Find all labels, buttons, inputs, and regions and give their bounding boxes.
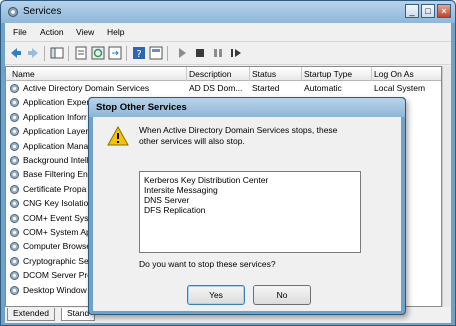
warning-icon — [107, 126, 129, 146]
list-header: Name Description Status Startup Type Log… — [6, 67, 441, 81]
minimize-button[interactable]: _ — [405, 4, 419, 18]
mmc-view-icon[interactable] — [149, 46, 163, 60]
pause-service-icon[interactable] — [211, 46, 225, 60]
services-gear-icon — [8, 7, 18, 17]
service-gear-icon — [10, 156, 19, 165]
service-gear-icon — [10, 170, 19, 180]
cell-desc: AD DS Dom... — [189, 83, 243, 93]
service-gear-icon — [10, 141, 19, 151]
console-tree-icon[interactable] — [50, 46, 64, 60]
dialog-body: When Active Directory Domain Services st… — [93, 117, 401, 311]
dialog-question: Do you want to stop these services? — [139, 259, 276, 269]
menu-view[interactable]: View — [76, 27, 94, 37]
column-status[interactable]: Status — [252, 69, 276, 79]
list-item: Intersite Messaging — [144, 185, 218, 195]
menu-action[interactable]: Action — [40, 27, 64, 37]
toolbar-separator — [167, 46, 168, 61]
dialog-message-line: When Active Directory Domain Services st… — [139, 125, 338, 135]
cell-name: Active Directory Domain Services — [23, 83, 150, 93]
title-bar[interactable]: Services _ □ × — [1, 1, 455, 23]
forward-icon[interactable] — [26, 46, 40, 60]
list-item: DFS Replication — [144, 205, 206, 215]
dialog-title-bar[interactable]: Stop Other Services — [89, 98, 405, 117]
service-gear-icon — [10, 184, 19, 194]
menu-bar: File Action View Help — [5, 23, 451, 41]
no-button[interactable]: No — [253, 285, 311, 305]
dialog-title: Stop Other Services — [96, 102, 187, 113]
refresh-icon[interactable] — [91, 46, 105, 60]
column-description[interactable]: Description — [189, 69, 232, 79]
table-row[interactable]: Active Directory Domain Services AD DS Do… — [6, 82, 441, 95]
service-gear-icon — [10, 213, 19, 223]
maximize-button[interactable]: □ — [421, 4, 435, 18]
service-gear-icon — [10, 228, 19, 237]
menu-file[interactable]: File — [13, 27, 27, 37]
toolbar-separator — [126, 46, 127, 61]
service-gear-icon — [10, 98, 19, 108]
service-gear-icon — [10, 84, 19, 93]
cell-startup: Automatic — [304, 83, 342, 93]
cell-status: Started — [252, 83, 280, 93]
back-icon[interactable] — [9, 46, 23, 60]
toolbar-separator — [44, 46, 45, 61]
close-button[interactable]: × — [437, 4, 451, 18]
export-list-icon[interactable] — [108, 46, 122, 60]
properties-icon[interactable] — [74, 46, 88, 60]
stop-service-icon[interactable] — [193, 46, 207, 60]
stop-other-services-dialog: Stop Other Services When Active Director… — [88, 97, 406, 315]
vertical-scrollbar[interactable] — [442, 66, 451, 307]
column-name[interactable]: Name — [12, 69, 35, 79]
service-gear-icon — [10, 112, 19, 122]
window-title: Services — [23, 6, 62, 17]
help-icon[interactable]: ? — [132, 46, 146, 60]
list-item: DNS Server — [144, 195, 190, 205]
service-gear-icon — [10, 199, 19, 209]
cell-logon: Local System — [374, 83, 426, 93]
dependent-services-list[interactable]: Kerberos Key Distribution Center Intersi… — [139, 171, 361, 253]
dialog-message: When Active Directory Domain Services st… — [139, 125, 389, 147]
toolbar: ? — [5, 41, 451, 65]
service-gear-icon — [10, 271, 19, 281]
list-item: Kerberos Key Distribution Center — [144, 175, 269, 185]
start-service-icon[interactable] — [175, 46, 189, 60]
tab-extended[interactable]: Extended — [7, 308, 55, 321]
dialog-message-line: other services will also stop. — [139, 136, 245, 146]
restart-service-icon[interactable] — [229, 46, 243, 60]
toolbar-separator — [68, 46, 69, 61]
menu-help[interactable]: Help — [107, 27, 124, 37]
yes-button[interactable]: Yes — [187, 285, 245, 305]
service-gear-icon — [10, 256, 19, 266]
column-log-on-as[interactable]: Log On As — [374, 69, 414, 79]
service-gear-icon — [10, 285, 19, 295]
column-startup-type[interactable]: Startup Type — [304, 69, 352, 79]
service-gear-icon — [10, 242, 19, 252]
svg-text:?: ? — [136, 49, 141, 60]
service-gear-icon — [10, 127, 19, 137]
